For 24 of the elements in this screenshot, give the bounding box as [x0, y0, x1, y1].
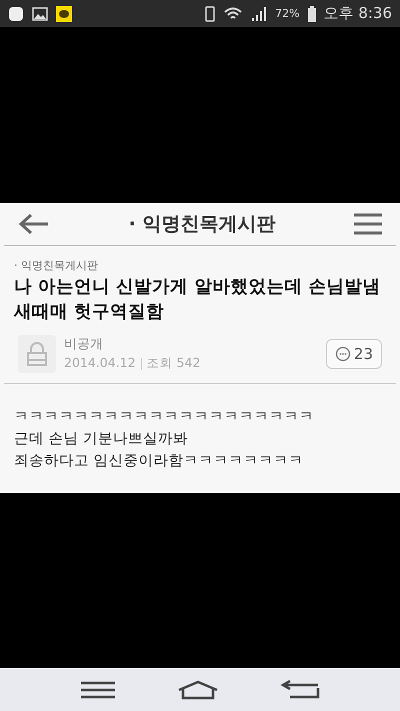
- board-name[interactable]: · 익명친목게시판: [0, 246, 400, 274]
- lock-icon: [18, 334, 56, 372]
- back-button[interactable]: [18, 212, 50, 234]
- body-line: 근데 손님 기분나쁘실까봐: [14, 430, 190, 448]
- speech-bubble-icon: [334, 346, 351, 362]
- home-button[interactable]: [176, 680, 219, 700]
- wifi-icon: [223, 6, 244, 22]
- header-title: · 익명친목게시판: [128, 212, 276, 236]
- signal-icon: [251, 6, 268, 22]
- back-button[interactable]: [280, 680, 320, 700]
- body-line: ㅋㅋㅋㅋㅋㅋㅋㅋㅋㅋㅋㅋㅋㅋㅋㅋㅋㅋㅋㅋ: [14, 408, 315, 426]
- clock: 오후 8:36: [324, 4, 392, 23]
- battery-percent: 72%: [275, 7, 300, 20]
- view-count: 조회 542: [146, 355, 200, 372]
- post-date: 2014.04.12: [64, 355, 136, 372]
- menu-button[interactable]: [80, 680, 116, 698]
- post-title: 나 아는언니 신발가게 알바했었는데 손님발냄새때매 헛구역질함: [12, 276, 382, 324]
- comment-button[interactable]: 23: [326, 338, 382, 368]
- phone-icon: [205, 6, 216, 22]
- body-line: 죄송하다고 임신중이라함ㅋㅋㅋㅋㅋㅋㅋㅋ: [14, 452, 305, 470]
- battery-icon: [308, 6, 316, 22]
- image-icon: [32, 6, 48, 20]
- menu-button[interactable]: [354, 212, 382, 234]
- author-name: 비공개: [64, 336, 104, 353]
